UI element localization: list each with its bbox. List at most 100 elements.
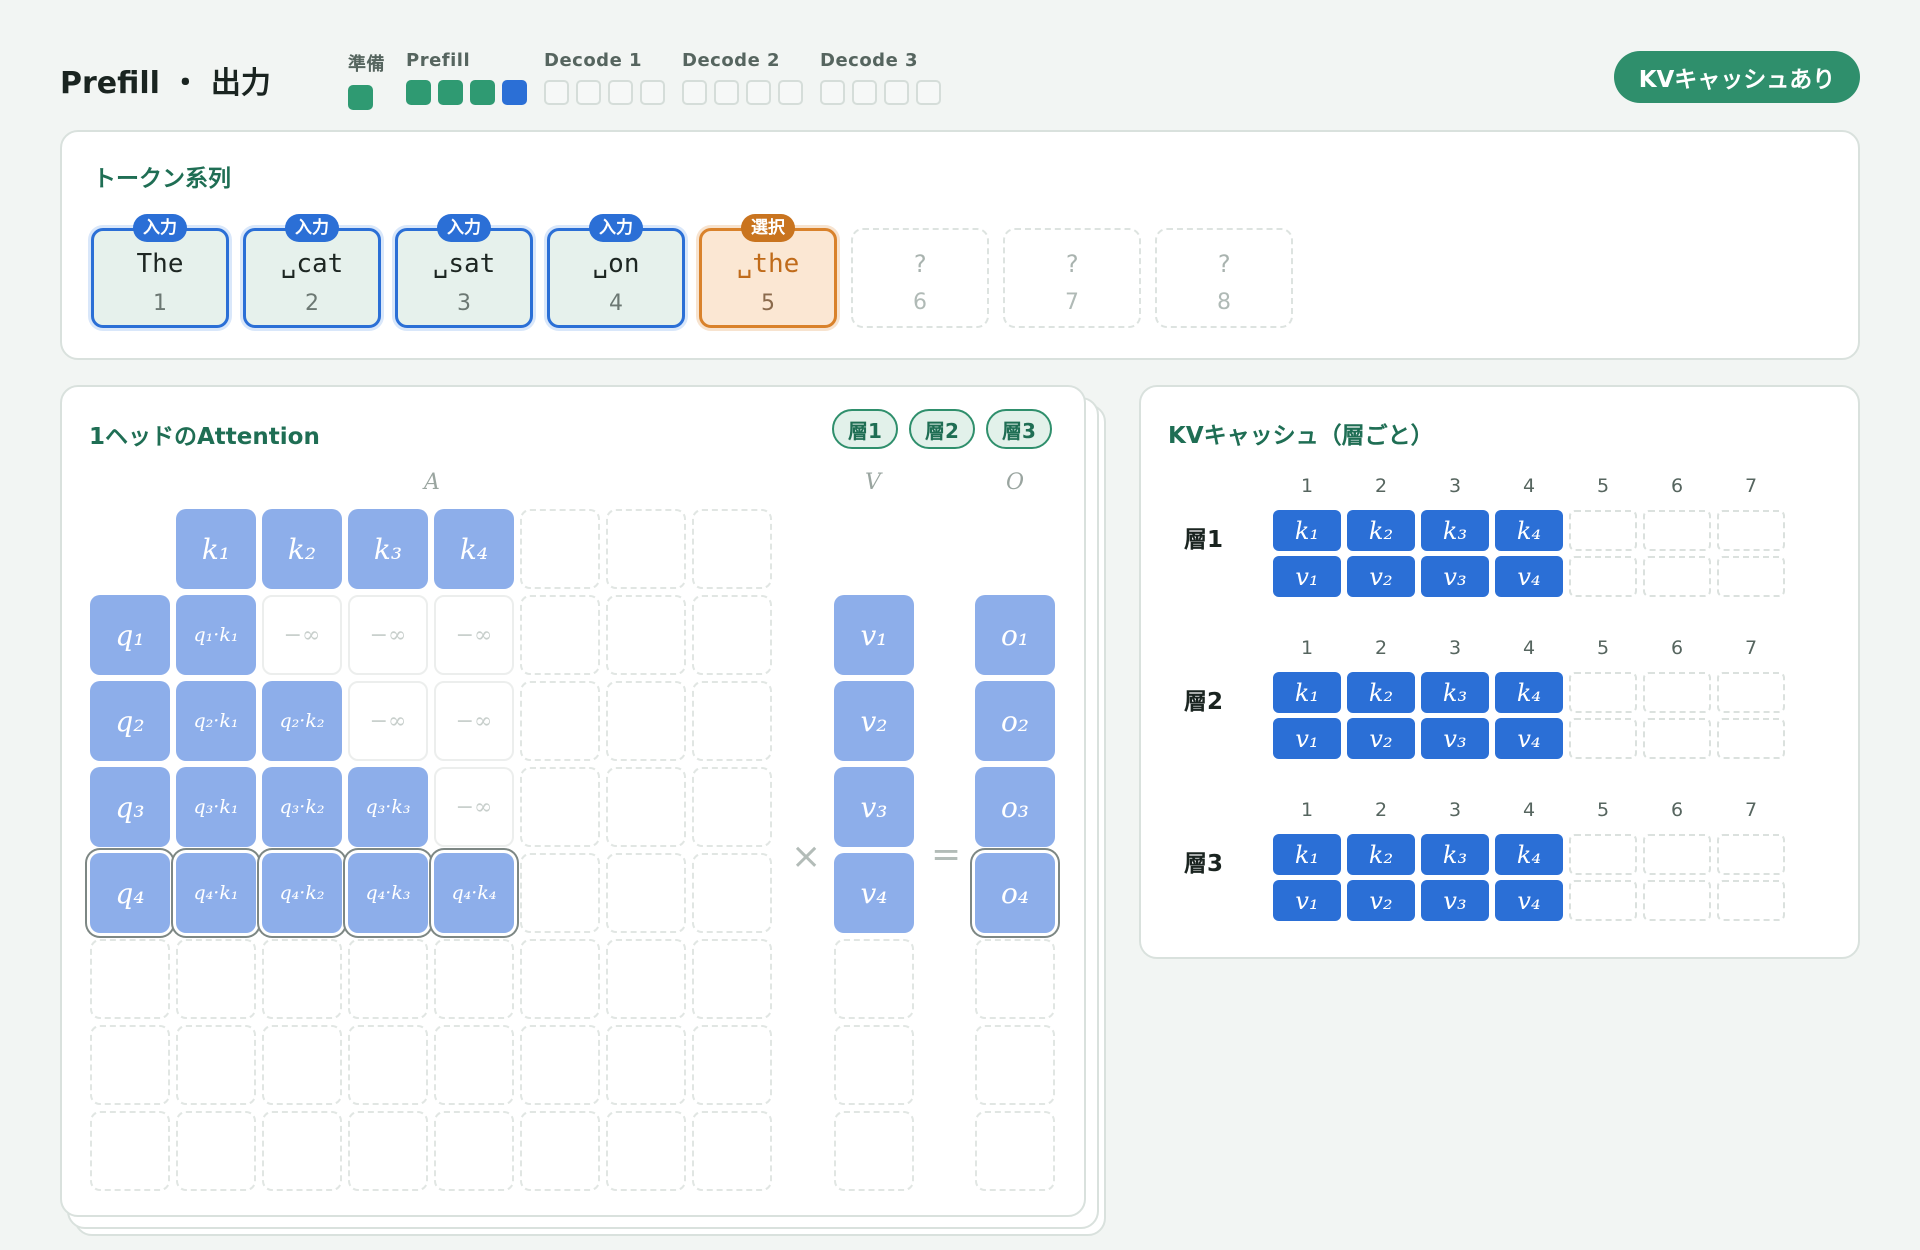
- kv-column-index: 6: [1670, 637, 1684, 659]
- stage-step-box: [746, 80, 771, 105]
- stage-step-box: [502, 80, 527, 105]
- kv-key-cell: k₄: [1495, 672, 1563, 713]
- token-index: 3: [457, 291, 471, 316]
- kv-key-cell: k₂: [1347, 510, 1415, 551]
- token-index: 4: [609, 291, 623, 316]
- query-cell: q₁: [90, 595, 170, 675]
- empty-cell: [692, 1111, 772, 1191]
- kv-column-index: 2: [1374, 637, 1388, 659]
- kv-key-cell: k₁: [1273, 510, 1341, 551]
- empty-cell: [834, 939, 914, 1019]
- stage-step-box: [682, 80, 707, 105]
- kv-column-index: 5: [1596, 637, 1610, 659]
- stage-label: Prefill: [406, 50, 471, 71]
- empty-cell: [692, 767, 772, 847]
- matrix-a-label: A: [424, 470, 440, 495]
- kv-empty-cell: [1717, 556, 1785, 597]
- layer-pill[interactable]: 層3: [986, 409, 1052, 449]
- kv-column-index: 5: [1596, 475, 1610, 497]
- token-index: 7: [1065, 290, 1079, 315]
- empty-cell: [606, 509, 686, 589]
- score-cell: q₂·k₁: [176, 681, 256, 761]
- value-cell: v₄: [834, 853, 914, 933]
- token-card[interactable]: 入力 ␣sat 3: [395, 214, 533, 328]
- value-cell: v₁: [834, 595, 914, 675]
- kv-layer-label: 層2: [1184, 689, 1224, 715]
- kv-key-cell: k₃: [1421, 834, 1489, 875]
- matrix-o-label: O: [1006, 470, 1025, 495]
- kv-value-cell: v₃: [1421, 880, 1489, 921]
- query-cell: q₃: [90, 767, 170, 847]
- kv-empty-cell: [1569, 880, 1637, 921]
- token-index: 2: [305, 291, 319, 316]
- token-text: ?: [912, 250, 928, 278]
- token-badge: 入力: [133, 214, 187, 242]
- multiply-operator: ×: [791, 836, 822, 877]
- score-cell: q₃·k₃: [348, 767, 428, 847]
- token-card[interactable]: 入力 ␣cat 2: [243, 214, 381, 328]
- stage-label: Decode 3: [820, 50, 919, 71]
- token-text: ␣cat: [280, 249, 344, 279]
- query-cell: q₂: [90, 681, 170, 761]
- kv-value-cell: v₄: [1495, 556, 1563, 597]
- output-cell: o₃: [975, 767, 1055, 847]
- kv-cache-title: KVキャッシュ（層ごと）: [1168, 423, 1434, 449]
- token-badge: 選択: [741, 214, 795, 242]
- stage-step-box: [640, 80, 665, 105]
- stage-group: Decode 3: [820, 50, 941, 105]
- kv-empty-cell: [1643, 718, 1711, 759]
- masked-score-cell: −∞: [348, 681, 428, 761]
- kv-value-cell: v₁: [1273, 556, 1341, 597]
- kv-column-index: 2: [1374, 475, 1388, 497]
- key-cell: k₁: [176, 509, 256, 589]
- layer-pill[interactable]: 層1: [832, 409, 898, 449]
- kv-column-index: 1: [1300, 475, 1314, 497]
- kv-column-index: 3: [1448, 799, 1462, 821]
- stage-boxes: [682, 80, 803, 105]
- empty-cell: [975, 939, 1055, 1019]
- score-cell: q₁·k₁: [176, 595, 256, 675]
- token-card[interactable]: 入力 ␣on 4: [547, 214, 685, 328]
- empty-cell: [176, 939, 256, 1019]
- token-index: 8: [1217, 290, 1231, 315]
- key-cell: k₃: [348, 509, 428, 589]
- stage-group: Decode 1: [544, 50, 665, 105]
- token-card[interactable]: ? 6: [851, 228, 989, 328]
- token-index: 1: [153, 291, 167, 316]
- kv-layer-label: 層1: [1184, 527, 1224, 553]
- score-cell: q₄·k₄: [434, 853, 514, 933]
- token-card[interactable]: 入力 The 1: [91, 214, 229, 328]
- kv-column-index: 1: [1300, 799, 1314, 821]
- token-card[interactable]: ? 8: [1155, 228, 1293, 328]
- empty-cell: [606, 681, 686, 761]
- empty-cell: [434, 1111, 514, 1191]
- score-cell: q₄·k₃: [348, 853, 428, 933]
- score-cell: q₃·k₂: [262, 767, 342, 847]
- kv-column-index: 4: [1522, 637, 1536, 659]
- kv-value-cell: v₃: [1421, 556, 1489, 597]
- layer-pill[interactable]: 層2: [909, 409, 975, 449]
- kv-empty-cell: [1569, 510, 1637, 551]
- kv-cache-toggle-button[interactable]: KVキャッシュあり: [1614, 51, 1860, 103]
- stage-step-box: [470, 80, 495, 105]
- token-card[interactable]: ? 7: [1003, 228, 1141, 328]
- token-text: The: [136, 249, 184, 279]
- empty-cell: [176, 1025, 256, 1105]
- kv-empty-cell: [1717, 718, 1785, 759]
- output-cell: o₁: [975, 595, 1055, 675]
- kv-value-cell: v₂: [1347, 718, 1415, 759]
- token-sequence-title: トークン系列: [93, 166, 231, 192]
- empty-cell: [692, 853, 772, 933]
- empty-cell: [520, 853, 600, 933]
- empty-cell: [262, 1025, 342, 1105]
- empty-cell: [90, 1111, 170, 1191]
- kv-value-cell: v₁: [1273, 718, 1341, 759]
- score-cell: q₄·k₁: [176, 853, 256, 933]
- kv-key-cell: k₃: [1421, 510, 1489, 551]
- kv-key-cell: k₃: [1421, 672, 1489, 713]
- token-card[interactable]: 選択 ␣the 5: [699, 214, 837, 328]
- kv-key-cell: k₁: [1273, 834, 1341, 875]
- kv-column-index: 6: [1670, 475, 1684, 497]
- masked-score-cell: −∞: [434, 767, 514, 847]
- empty-cell: [692, 1025, 772, 1105]
